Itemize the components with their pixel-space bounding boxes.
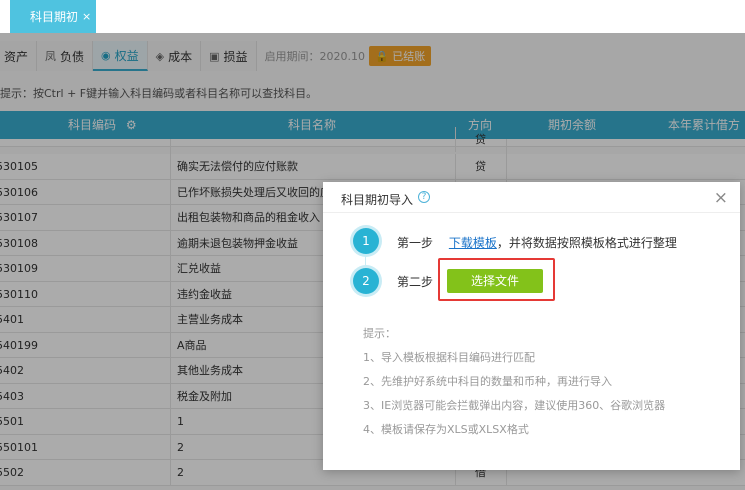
dialog-divider bbox=[323, 212, 740, 213]
step-2-badge: 2 bbox=[353, 268, 379, 294]
step-1-prefix: 第一步 bbox=[397, 236, 434, 250]
dialog-title: 科目期初导入 bbox=[341, 193, 414, 207]
tab-close-icon[interactable]: × bbox=[82, 10, 91, 23]
step-2-label: 第二步 bbox=[397, 275, 434, 289]
tip-item: 1、导入模板根据科目编码进行匹配 bbox=[363, 351, 535, 364]
select-file-button[interactable]: 选择文件 bbox=[447, 269, 543, 293]
tip-item: 3、IE浏览器可能会拦截弹出内容，建议使用360、谷歌浏览器 bbox=[363, 399, 666, 412]
download-template-link[interactable]: 下载模板 bbox=[449, 236, 497, 250]
close-icon[interactable]: × bbox=[714, 188, 728, 208]
tips-section: 提示： 1、导入模板根据科目编码进行匹配 2、先维护好系统中科目的数量和币种，再… bbox=[363, 322, 665, 442]
tip-item: 4、模板请保存为XLS或XLSX格式 bbox=[363, 423, 529, 436]
step-1-suffix: ，并将数据按照模板格式进行整理 bbox=[496, 236, 677, 250]
step-1-text: 第一步 下载模板，并将数据按照模板格式进行整理 bbox=[397, 234, 677, 251]
tips-title: 提示： bbox=[363, 327, 396, 340]
import-dialog: 科目期初导入 ? × 1 第一步 下载模板，并将数据按照模板格式进行整理 2 第… bbox=[323, 182, 740, 470]
top-tab-strip: 科目期初 × bbox=[0, 0, 745, 33]
help-icon[interactable]: ? bbox=[418, 191, 430, 203]
tab-label: 科目期初 bbox=[30, 10, 79, 24]
tab-opening-balance[interactable]: 科目期初 × bbox=[10, 0, 96, 33]
tip-item: 2、先维护好系统中科目的数量和币种，再进行导入 bbox=[363, 375, 612, 388]
step-1-badge: 1 bbox=[353, 228, 379, 254]
step-connector bbox=[365, 254, 366, 268]
